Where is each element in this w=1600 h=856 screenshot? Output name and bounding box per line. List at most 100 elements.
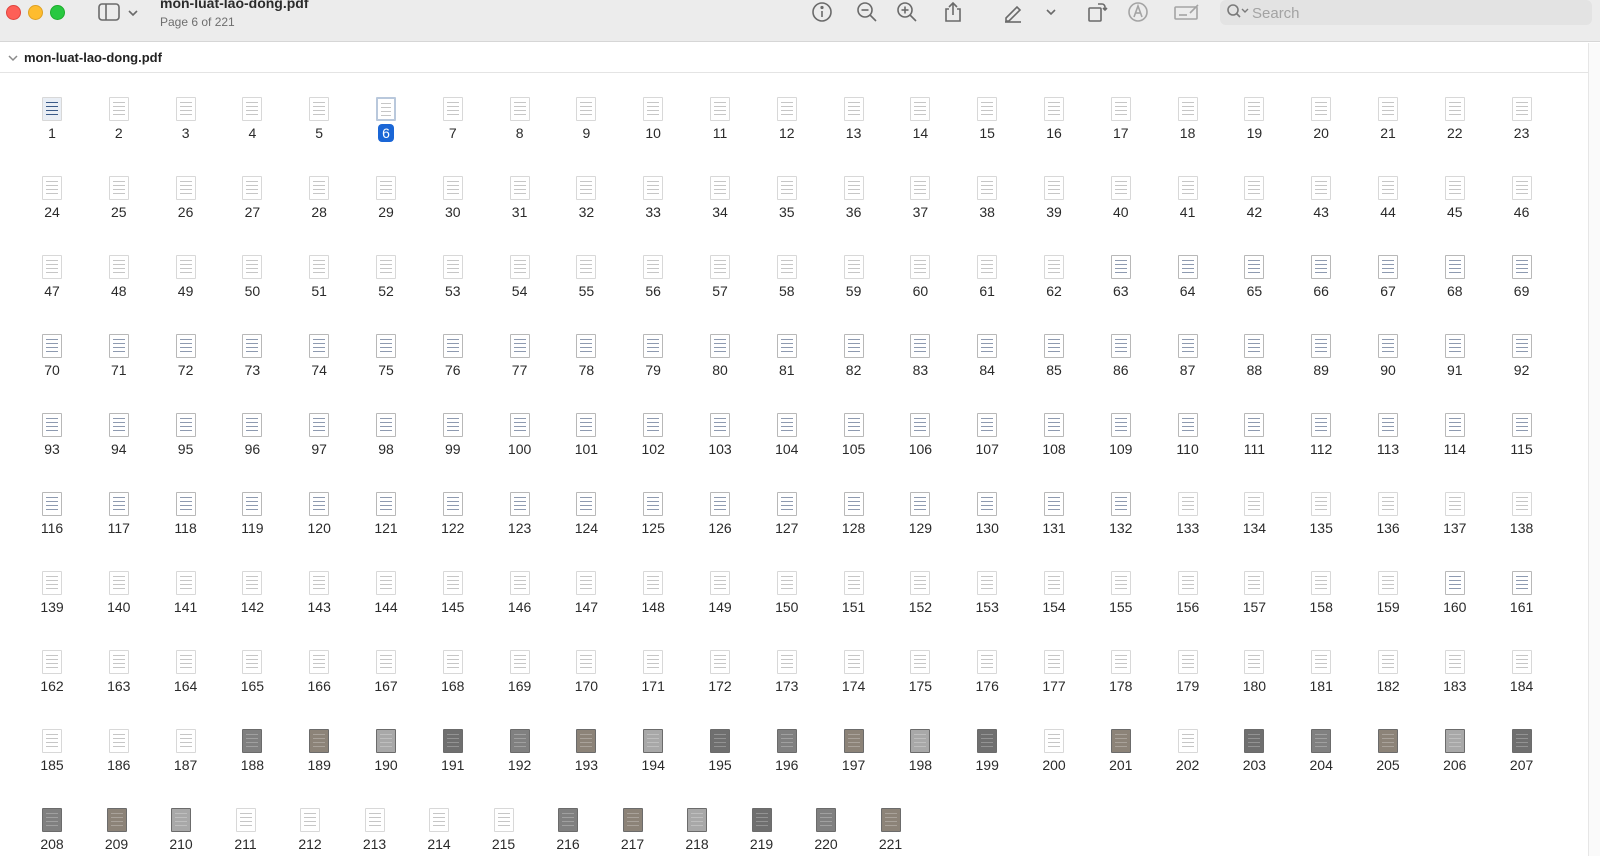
page-thumbnail[interactable]: 60 bbox=[887, 231, 953, 301]
page-thumbnail[interactable]: 211 bbox=[213, 784, 279, 854]
page-thumbnail[interactable]: 195 bbox=[687, 705, 753, 775]
page-thumbnail[interactable]: 178 bbox=[1088, 626, 1154, 696]
page-thumbnail[interactable]: 133 bbox=[1155, 468, 1221, 538]
page-thumbnail[interactable]: 62 bbox=[1021, 231, 1087, 301]
page-thumbnail[interactable]: 29 bbox=[353, 152, 419, 222]
page-thumbnail[interactable]: 6 bbox=[353, 73, 419, 143]
page-thumbnail[interactable]: 23 bbox=[1489, 73, 1555, 143]
page-thumbnail[interactable]: 48 bbox=[86, 231, 152, 301]
page-thumbnail[interactable]: 12 bbox=[754, 73, 820, 143]
page-thumbnail[interactable]: 96 bbox=[219, 389, 285, 459]
page-thumbnail[interactable]: 91 bbox=[1422, 310, 1488, 380]
page-thumbnail[interactable]: 45 bbox=[1422, 152, 1488, 222]
page-thumbnail[interactable]: 188 bbox=[219, 705, 285, 775]
markup-button[interactable] bbox=[1000, 0, 1026, 24]
page-thumbnail[interactable]: 39 bbox=[1021, 152, 1087, 222]
page-thumbnail[interactable]: 124 bbox=[553, 468, 619, 538]
page-thumbnail[interactable]: 136 bbox=[1355, 468, 1421, 538]
page-thumbnail[interactable]: 174 bbox=[821, 626, 887, 696]
page-thumbnail[interactable]: 138 bbox=[1489, 468, 1555, 538]
page-thumbnail[interactable]: 7 bbox=[420, 73, 486, 143]
page-thumbnail[interactable]: 72 bbox=[153, 310, 219, 380]
page-thumbnail[interactable]: 77 bbox=[487, 310, 553, 380]
sidebar-toggle-button[interactable] bbox=[98, 2, 144, 24]
page-thumbnail[interactable]: 106 bbox=[887, 389, 953, 459]
page-thumbnail[interactable]: 171 bbox=[620, 626, 686, 696]
search-field[interactable] bbox=[1220, 0, 1592, 25]
page-thumbnail[interactable]: 11 bbox=[687, 73, 753, 143]
page-thumbnail[interactable]: 42 bbox=[1221, 152, 1287, 222]
page-thumbnail[interactable]: 19 bbox=[1221, 73, 1287, 143]
page-thumbnail[interactable]: 20 bbox=[1288, 73, 1354, 143]
page-thumbnail[interactable]: 4 bbox=[219, 73, 285, 143]
page-thumbnail[interactable]: 182 bbox=[1355, 626, 1421, 696]
page-thumbnail[interactable]: 151 bbox=[821, 547, 887, 617]
page-thumbnail[interactable]: 85 bbox=[1021, 310, 1087, 380]
page-thumbnail[interactable]: 108 bbox=[1021, 389, 1087, 459]
page-thumbnail[interactable]: 129 bbox=[887, 468, 953, 538]
page-thumbnail[interactable]: 86 bbox=[1088, 310, 1154, 380]
page-thumbnail[interactable]: 200 bbox=[1021, 705, 1087, 775]
page-thumbnail[interactable]: 135 bbox=[1288, 468, 1354, 538]
page-thumbnail[interactable]: 149 bbox=[687, 547, 753, 617]
page-thumbnail[interactable]: 27 bbox=[219, 152, 285, 222]
zoom-in-button[interactable] bbox=[894, 0, 920, 24]
page-thumbnail[interactable]: 113 bbox=[1355, 389, 1421, 459]
page-thumbnail[interactable]: 52 bbox=[353, 231, 419, 301]
page-thumbnail[interactable]: 99 bbox=[420, 389, 486, 459]
page-thumbnail[interactable]: 186 bbox=[86, 705, 152, 775]
page-thumbnail[interactable]: 190 bbox=[353, 705, 419, 775]
page-thumbnail[interactable]: 82 bbox=[821, 310, 887, 380]
page-thumbnail[interactable]: 131 bbox=[1021, 468, 1087, 538]
page-thumbnail[interactable]: 175 bbox=[887, 626, 953, 696]
page-thumbnail[interactable]: 127 bbox=[754, 468, 820, 538]
rotate-button[interactable] bbox=[1084, 0, 1110, 24]
page-thumbnail[interactable]: 172 bbox=[687, 626, 753, 696]
page-thumbnail[interactable]: 158 bbox=[1288, 547, 1354, 617]
page-thumbnail[interactable]: 34 bbox=[687, 152, 753, 222]
page-thumbnail[interactable]: 219 bbox=[729, 784, 795, 854]
page-thumbnail[interactable]: 146 bbox=[487, 547, 553, 617]
page-thumbnail[interactable]: 40 bbox=[1088, 152, 1154, 222]
page-thumbnail[interactable]: 140 bbox=[86, 547, 152, 617]
page-thumbnail[interactable]: 31 bbox=[487, 152, 553, 222]
highlight-button[interactable] bbox=[1125, 0, 1151, 24]
page-thumbnail[interactable]: 33 bbox=[620, 152, 686, 222]
page-thumbnail[interactable]: 16 bbox=[1021, 73, 1087, 143]
page-thumbnail[interactable]: 180 bbox=[1221, 626, 1287, 696]
page-thumbnail[interactable]: 217 bbox=[600, 784, 666, 854]
page-thumbnail[interactable]: 21 bbox=[1355, 73, 1421, 143]
page-thumbnail[interactable]: 36 bbox=[821, 152, 887, 222]
page-thumbnail[interactable]: 37 bbox=[887, 152, 953, 222]
page-thumbnail[interactable]: 194 bbox=[620, 705, 686, 775]
page-thumbnail[interactable]: 192 bbox=[487, 705, 553, 775]
page-thumbnail[interactable]: 139 bbox=[19, 547, 85, 617]
page-thumbnail[interactable]: 74 bbox=[286, 310, 352, 380]
page-thumbnail[interactable]: 216 bbox=[535, 784, 601, 854]
page-thumbnail[interactable]: 73 bbox=[219, 310, 285, 380]
page-thumbnail[interactable]: 185 bbox=[19, 705, 85, 775]
page-thumbnail[interactable]: 213 bbox=[342, 784, 408, 854]
disclosure-chevron-icon[interactable] bbox=[7, 52, 19, 64]
page-thumbnail[interactable]: 143 bbox=[286, 547, 352, 617]
minimize-window-button[interactable] bbox=[28, 5, 43, 20]
page-thumbnail[interactable]: 119 bbox=[219, 468, 285, 538]
page-thumbnail[interactable]: 173 bbox=[754, 626, 820, 696]
page-thumbnail[interactable]: 57 bbox=[687, 231, 753, 301]
page-thumbnail[interactable]: 177 bbox=[1021, 626, 1087, 696]
page-thumbnail[interactable]: 9 bbox=[553, 73, 619, 143]
page-thumbnail[interactable]: 111 bbox=[1221, 389, 1287, 459]
page-thumbnail[interactable]: 71 bbox=[86, 310, 152, 380]
page-thumbnail[interactable]: 101 bbox=[553, 389, 619, 459]
page-thumbnail[interactable]: 189 bbox=[286, 705, 352, 775]
page-thumbnail[interactable]: 114 bbox=[1422, 389, 1488, 459]
page-thumbnail[interactable]: 210 bbox=[148, 784, 214, 854]
page-thumbnail[interactable]: 142 bbox=[219, 547, 285, 617]
page-thumbnail[interactable]: 176 bbox=[954, 626, 1020, 696]
page-thumbnail[interactable]: 69 bbox=[1489, 231, 1555, 301]
page-thumbnail[interactable]: 102 bbox=[620, 389, 686, 459]
page-thumbnail[interactable]: 167 bbox=[353, 626, 419, 696]
page-thumbnail[interactable]: 109 bbox=[1088, 389, 1154, 459]
page-thumbnail[interactable]: 220 bbox=[793, 784, 859, 854]
page-thumbnail[interactable]: 70 bbox=[19, 310, 85, 380]
